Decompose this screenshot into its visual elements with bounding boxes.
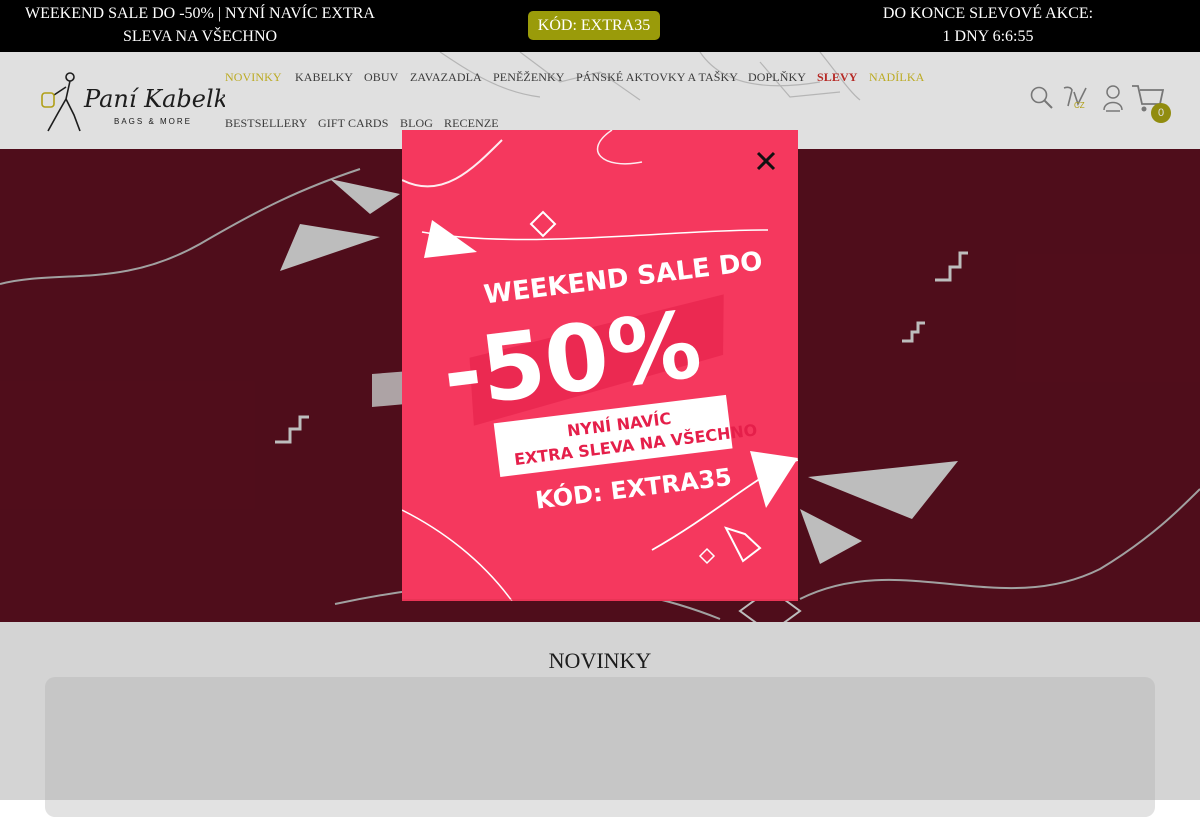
promo-bar: WEEKEND SALE DO -50% | NYNÍ NAVÍC EXTRA …	[0, 0, 1200, 52]
promo-code-badge[interactable]: KÓD: EXTRA35	[528, 11, 660, 40]
countdown-label: DO KONCE SLEVOVÉ AKCE:	[882, 5, 1094, 22]
promo-popup[interactable]: WEEKEND SALE DO -50% NYNÍ NAVÍC EXTRA SL…	[402, 130, 798, 601]
promo-text: WEEKEND SALE DO -50% | NYNÍ NAVÍC EXTRA …	[25, 5, 375, 45]
close-icon[interactable]	[752, 147, 780, 175]
countdown: DO KONCE SLEVOVÉ AKCE: 1 DNY 6:6:55	[840, 2, 1136, 48]
countdown-value: 1 DNY 6:6:55	[942, 28, 1034, 45]
